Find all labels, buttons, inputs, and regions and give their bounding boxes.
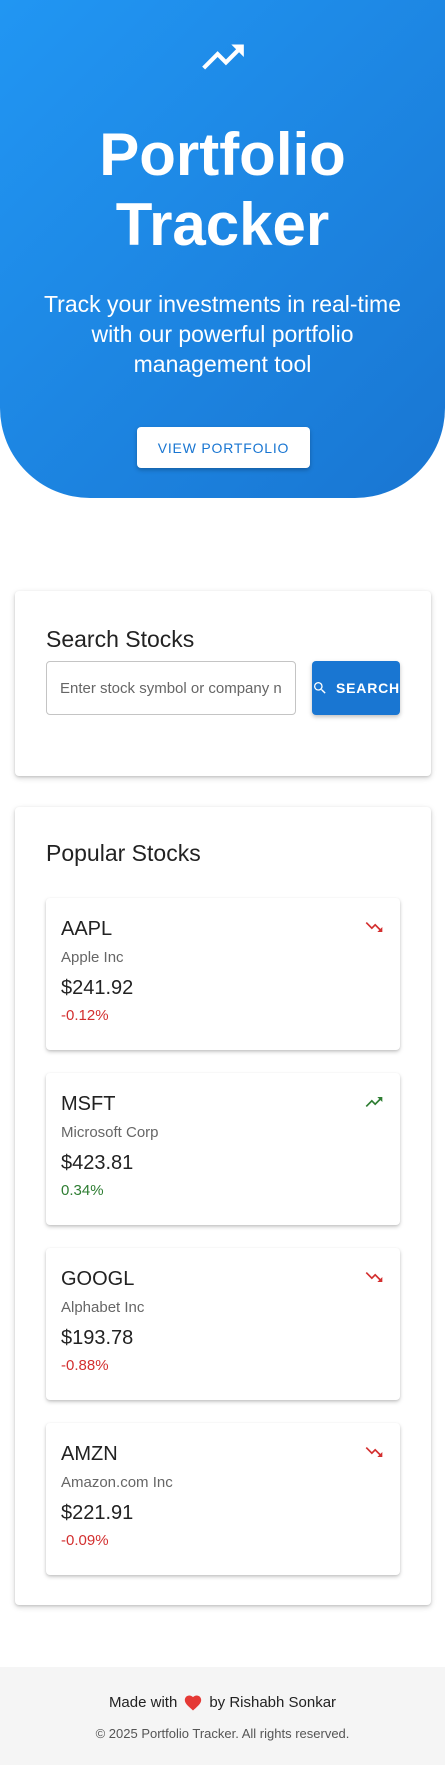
search-button[interactable]: SEARCH [312, 661, 400, 715]
stock-price: $221.91 [61, 1502, 134, 1524]
hero-title: Portfolio Tracker [0, 120, 445, 260]
search-button-label: SEARCH [336, 680, 400, 696]
heart-icon [185, 1695, 202, 1711]
hero-subtitle: Track your investments in real-time with… [43, 291, 402, 377]
search-icon [314, 682, 326, 694]
hero-title-line-2: Tracker [115, 191, 330, 258]
stock-symbol: GOOGL [61, 1268, 135, 1290]
footer-made-with: Made with [108, 1693, 178, 1711]
trending-down-icon [365, 922, 383, 932]
popular-stocks-title: Popular Stocks [46, 840, 201, 866]
stock-symbol: AMZN [61, 1443, 118, 1465]
footer-author: by Rishabh Sonkar [209, 1693, 337, 1711]
search-stocks-title: Search Stocks [46, 626, 195, 652]
stock-price: $241.92 [61, 977, 134, 999]
stock-symbol: MSFT [61, 1093, 116, 1115]
trending-down-icon [365, 1272, 383, 1282]
footer-copyright: © 2025 Portfolio Tracker. All rights res… [95, 1726, 350, 1741]
view-portfolio-button[interactable]: VIEW PORTFOLIO [137, 427, 310, 468]
footer-credits: Made with by Rishabh Sonkar [0, 1693, 445, 1711]
stock-company-name: Apple Inc [61, 949, 124, 966]
stock-card-msft[interactable]: MSFT Microsoft Corp $423.81 0.34% [46, 1073, 400, 1225]
trending-down-icon [365, 1447, 383, 1457]
stock-price: $193.78 [61, 1327, 134, 1349]
stock-company-name: Microsoft Corp [61, 1124, 159, 1141]
footer: Made with by Rishabh Sonkar © 2025 Portf… [0, 1667, 445, 1765]
stock-company-name: Alphabet Inc [61, 1299, 145, 1316]
stock-change: -0.88% [61, 1357, 109, 1374]
hero-title-line-1: Portfolio [99, 121, 346, 188]
stock-card-aapl[interactable]: AAPL Apple Inc $241.92 -0.12% [46, 898, 400, 1050]
stock-change: -0.09% [61, 1532, 109, 1549]
hero-section: Portfolio Tracker Track your investments… [0, 0, 445, 498]
stock-change: -0.12% [61, 1007, 109, 1024]
popular-stocks-card: Popular Stocks AAPL Apple Inc $241.92 -0… [15, 807, 431, 1605]
stock-symbol: AAPL [61, 918, 113, 940]
trending-up-icon [365, 1097, 383, 1107]
stock-change: 0.34% [61, 1182, 104, 1199]
trending-up-icon [202, 44, 244, 70]
stock-price: $423.81 [61, 1152, 134, 1174]
stock-card-amzn[interactable]: AMZN Amazon.com Inc $221.91 -0.09% [46, 1423, 400, 1575]
stock-search-input[interactable] [46, 661, 296, 715]
stock-card-googl[interactable]: GOOGL Alphabet Inc $193.78 -0.88% [46, 1248, 400, 1400]
search-stocks-card: Search Stocks SEARCH [15, 591, 431, 776]
stock-company-name: Amazon.com Inc [61, 1474, 173, 1491]
